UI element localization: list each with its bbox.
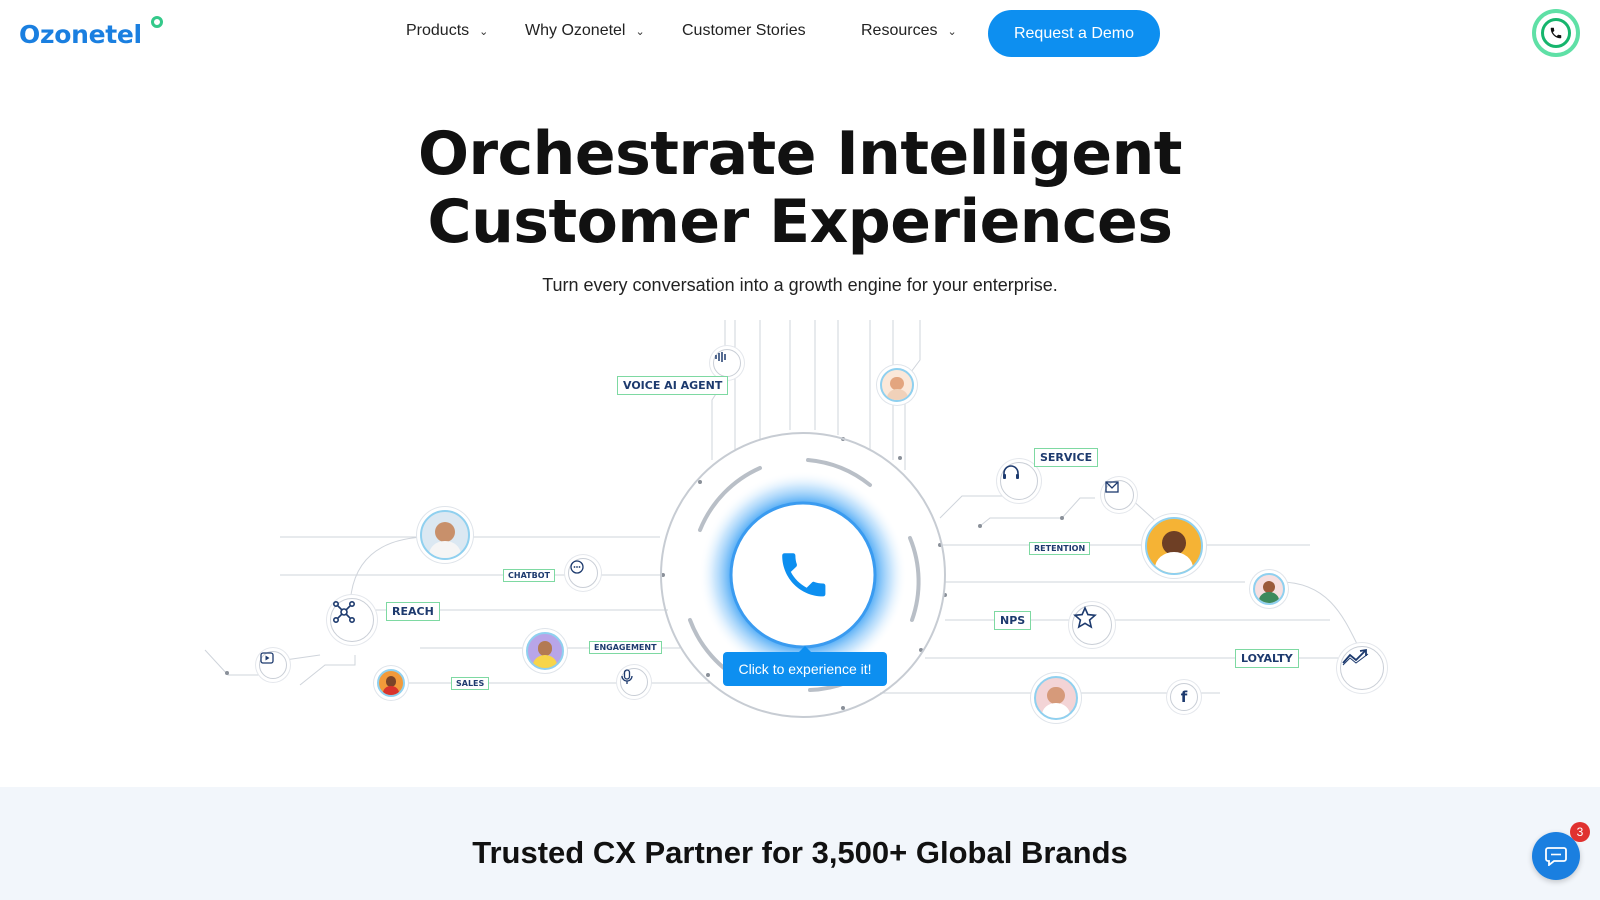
tag-engagement: ENGAGEMENT [589, 641, 662, 654]
chat-bubble-icon [568, 558, 598, 588]
tag-voice-ai-agent: VOICE AI AGENT [617, 376, 729, 395]
chevron-down-icon: ⌄ [947, 25, 957, 38]
chat-icon [1545, 847, 1567, 866]
avatar-man-engagement [526, 632, 564, 670]
microphone-icon [620, 668, 648, 696]
facebook-icon: f [1170, 683, 1198, 711]
voice-waveform-icon [713, 349, 741, 377]
tag-reach: REACH [386, 602, 440, 621]
brand-logo[interactable]: Ozonetel [19, 20, 142, 49]
cx-orchestration-diagram: f VOICE AI AGENT SERVICE RETENTION CHATB… [0, 320, 1600, 740]
mail-icon [1104, 480, 1134, 510]
headset-icon [1000, 462, 1038, 500]
hero-title-line1: Orchestrate Intelligent [418, 119, 1182, 189]
nav-products-label: Products [406, 22, 470, 39]
chevron-down-icon: ⌄ [635, 25, 645, 38]
tag-chatbot: CHATBOT [503, 569, 555, 582]
avatar-woman-top [880, 368, 914, 402]
tag-loyalty: LOYALTY [1235, 649, 1299, 668]
chevron-down-icon: ⌄ [479, 25, 489, 38]
avatar-man-sales [377, 669, 405, 697]
network-hub-icon [330, 598, 374, 642]
avatar-man-smiling [1145, 517, 1203, 575]
nav-products[interactable]: Products ⌄ [406, 22, 488, 40]
chat-notification-badge: 3 [1570, 822, 1590, 842]
call-button[interactable] [1532, 9, 1580, 57]
nav-why-ozonetel[interactable]: Why Ozonetel ⌄ [525, 22, 645, 40]
phone-icon [1541, 18, 1571, 48]
hero-title: Orchestrate Intelligent Customer Experie… [0, 120, 1600, 256]
logo-dot-icon [151, 16, 163, 28]
tag-sales: SALES [451, 677, 490, 690]
tag-service: SERVICE [1034, 448, 1099, 467]
avatar-woman-bottom [1034, 676, 1078, 720]
avatar-man-headscarf [420, 510, 470, 560]
nav-resources[interactable]: Resources ⌄ [861, 22, 957, 40]
nav-customer-stories[interactable]: Customer Stories [682, 22, 806, 40]
nav-resources-label: Resources [861, 22, 938, 39]
request-demo-button[interactable]: Request a Demo [988, 10, 1160, 57]
trusted-brands-section: Trusted CX Partner for 3,500+ Global Bra… [0, 787, 1600, 900]
trusted-title: Trusted CX Partner for 3,500+ Global Bra… [472, 835, 1128, 870]
nav-customer-stories-label: Customer Stories [682, 22, 806, 39]
hero-title-line2: Customer Experiences [427, 187, 1173, 257]
hero-subtitle: Turn every conversation into a growth en… [542, 275, 1058, 295]
growth-chart-icon [1340, 646, 1384, 690]
site-header: Ozonetel Products ⌄ Why Ozonetel ⌄ Custo… [0, 0, 1600, 66]
tag-retention: RETENTION [1029, 542, 1091, 555]
tag-nps: NPS [994, 611, 1032, 630]
star-icon [1072, 605, 1112, 645]
experience-cta-button[interactable]: Click to experience it! [723, 646, 887, 686]
avatar-woman-right [1253, 573, 1285, 605]
nav-why-ozonetel-label: Why Ozonetel [525, 22, 626, 39]
video-play-icon [259, 651, 287, 679]
